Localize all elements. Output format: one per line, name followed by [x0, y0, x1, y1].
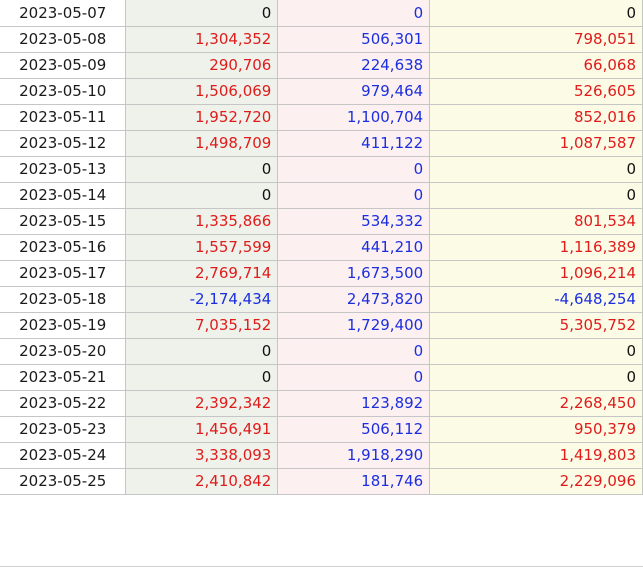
- date-cell[interactable]: 2023-05-11: [0, 104, 127, 131]
- value-b-cell[interactable]: 0: [277, 182, 431, 209]
- value-a-cell[interactable]: 1,952,720: [125, 104, 279, 131]
- value-b-cell[interactable]: 0: [277, 156, 431, 183]
- table-row[interactable]: 2023-05-22 2,392,342 123,892 2,268,450: [0, 390, 643, 417]
- value-b-cell[interactable]: 0: [277, 364, 431, 391]
- date-cell[interactable]: 2023-05-18: [0, 286, 127, 313]
- date-cell[interactable]: 2023-05-15: [0, 208, 127, 235]
- date-cell[interactable]: 2023-05-23: [0, 416, 127, 443]
- value-c-cell[interactable]: 0: [429, 182, 643, 209]
- value-c-cell[interactable]: 0: [429, 338, 643, 365]
- grid-body: 2023-05-07 0 0 0 2023-05-08 1,304,352 506,301 7…: [0, 0, 643, 495]
- date-cell[interactable]: 2023-05-19: [0, 312, 127, 339]
- value-a-cell[interactable]: 1,498,709: [125, 130, 279, 157]
- grid-bottom-divider: [0, 566, 643, 567]
- value-a-cell[interactable]: 3,338,093: [125, 442, 279, 469]
- value-a-cell[interactable]: 0: [125, 0, 279, 27]
- data-grid: 2023-05-07 0 0 0 2023-05-08 1,304,352 506,301 7…: [0, 0, 643, 495]
- value-c-cell[interactable]: 2,268,450: [429, 390, 643, 417]
- value-b-cell[interactable]: 123,892: [277, 390, 431, 417]
- table-row[interactable]: 2023-05-21 0 0 0: [0, 364, 643, 391]
- value-a-cell[interactable]: 2,410,842: [125, 468, 279, 495]
- value-c-cell[interactable]: 798,051: [429, 26, 643, 53]
- value-a-cell[interactable]: 7,035,152: [125, 312, 279, 339]
- value-c-cell[interactable]: 1,116,389: [429, 234, 643, 261]
- value-c-cell[interactable]: 0: [429, 0, 643, 27]
- value-a-cell[interactable]: 290,706: [125, 52, 279, 79]
- value-c-cell[interactable]: -4,648,254: [429, 286, 643, 313]
- date-cell[interactable]: 2023-05-13: [0, 156, 127, 183]
- value-a-cell[interactable]: 0: [125, 182, 279, 209]
- value-c-cell[interactable]: 1,419,803: [429, 442, 643, 469]
- value-b-cell[interactable]: 2,473,820: [277, 286, 431, 313]
- value-b-cell[interactable]: 506,112: [277, 416, 431, 443]
- value-c-cell[interactable]: 801,534: [429, 208, 643, 235]
- table-row[interactable]: 2023-05-20 0 0 0: [0, 338, 643, 365]
- table-row[interactable]: 2023-05-17 2,769,714 1,673,500 1,096,214: [0, 260, 643, 287]
- table-row[interactable]: 2023-05-25 2,410,842 181,746 2,229,096: [0, 468, 643, 495]
- date-cell[interactable]: 2023-05-17: [0, 260, 127, 287]
- table-row[interactable]: 2023-05-09 290,706 224,638 66,068: [0, 52, 643, 79]
- table-row[interactable]: 2023-05-23 1,456,491 506,112 950,379: [0, 416, 643, 443]
- date-cell[interactable]: 2023-05-10: [0, 78, 127, 105]
- date-cell[interactable]: 2023-05-24: [0, 442, 127, 469]
- value-a-cell[interactable]: -2,174,434: [125, 286, 279, 313]
- table-row[interactable]: 2023-05-10 1,506,069 979,464 526,605: [0, 78, 643, 105]
- value-a-cell[interactable]: 0: [125, 338, 279, 365]
- value-a-cell[interactable]: 1,304,352: [125, 26, 279, 53]
- date-cell[interactable]: 2023-05-25: [0, 468, 127, 495]
- value-b-cell[interactable]: 534,332: [277, 208, 431, 235]
- value-c-cell[interactable]: 0: [429, 364, 643, 391]
- value-a-cell[interactable]: 0: [125, 156, 279, 183]
- value-c-cell[interactable]: 2,229,096: [429, 468, 643, 495]
- value-c-cell[interactable]: 5,305,752: [429, 312, 643, 339]
- table-row[interactable]: 2023-05-16 1,557,599 441,210 1,116,389: [0, 234, 643, 261]
- date-cell[interactable]: 2023-05-14: [0, 182, 127, 209]
- value-c-cell[interactable]: 0: [429, 156, 643, 183]
- table-row[interactable]: 2023-05-18 -2,174,434 2,473,820 -4,648,254: [0, 286, 643, 313]
- table-row[interactable]: 2023-05-07 0 0 0: [0, 0, 643, 27]
- value-b-cell[interactable]: 979,464: [277, 78, 431, 105]
- table-row[interactable]: 2023-05-12 1,498,709 411,122 1,087,587: [0, 130, 643, 157]
- date-cell[interactable]: 2023-05-12: [0, 130, 127, 157]
- value-a-cell[interactable]: 2,769,714: [125, 260, 279, 287]
- table-row[interactable]: 2023-05-15 1,335,866 534,332 801,534: [0, 208, 643, 235]
- value-b-cell[interactable]: 0: [277, 0, 431, 27]
- value-b-cell[interactable]: 181,746: [277, 468, 431, 495]
- value-a-cell[interactable]: 2,392,342: [125, 390, 279, 417]
- table-row[interactable]: 2023-05-24 3,338,093 1,918,290 1,419,803: [0, 442, 643, 469]
- value-a-cell[interactable]: 0: [125, 364, 279, 391]
- value-a-cell[interactable]: 1,557,599: [125, 234, 279, 261]
- value-b-cell[interactable]: 1,100,704: [277, 104, 431, 131]
- date-cell[interactable]: 2023-05-21: [0, 364, 127, 391]
- date-cell[interactable]: 2023-05-07: [0, 0, 127, 27]
- table-row[interactable]: 2023-05-13 0 0 0: [0, 156, 643, 183]
- value-c-cell[interactable]: 66,068: [429, 52, 643, 79]
- date-cell[interactable]: 2023-05-16: [0, 234, 127, 261]
- date-cell[interactable]: 2023-05-08: [0, 26, 127, 53]
- value-c-cell[interactable]: 852,016: [429, 104, 643, 131]
- date-cell[interactable]: 2023-05-09: [0, 52, 127, 79]
- date-cell[interactable]: 2023-05-20: [0, 338, 127, 365]
- value-b-cell[interactable]: 1,729,400: [277, 312, 431, 339]
- value-a-cell[interactable]: 1,335,866: [125, 208, 279, 235]
- value-a-cell[interactable]: 1,506,069: [125, 78, 279, 105]
- value-c-cell[interactable]: 526,605: [429, 78, 643, 105]
- value-c-cell[interactable]: 1,096,214: [429, 260, 643, 287]
- value-b-cell[interactable]: 411,122: [277, 130, 431, 157]
- table-row[interactable]: 2023-05-08 1,304,352 506,301 798,051: [0, 26, 643, 53]
- table-row[interactable]: 2023-05-11 1,952,720 1,100,704 852,016: [0, 104, 643, 131]
- value-b-cell[interactable]: 1,673,500: [277, 260, 431, 287]
- table-row[interactable]: 2023-05-14 0 0 0: [0, 182, 643, 209]
- value-a-cell[interactable]: 1,456,491: [125, 416, 279, 443]
- date-cell[interactable]: 2023-05-22: [0, 390, 127, 417]
- value-b-cell[interactable]: 0: [277, 338, 431, 365]
- value-b-cell[interactable]: 441,210: [277, 234, 431, 261]
- value-c-cell[interactable]: 950,379: [429, 416, 643, 443]
- value-c-cell[interactable]: 1,087,587: [429, 130, 643, 157]
- table-row[interactable]: 2023-05-19 7,035,152 1,729,400 5,305,752: [0, 312, 643, 339]
- value-b-cell[interactable]: 224,638: [277, 52, 431, 79]
- value-b-cell[interactable]: 506,301: [277, 26, 431, 53]
- value-b-cell[interactable]: 1,918,290: [277, 442, 431, 469]
